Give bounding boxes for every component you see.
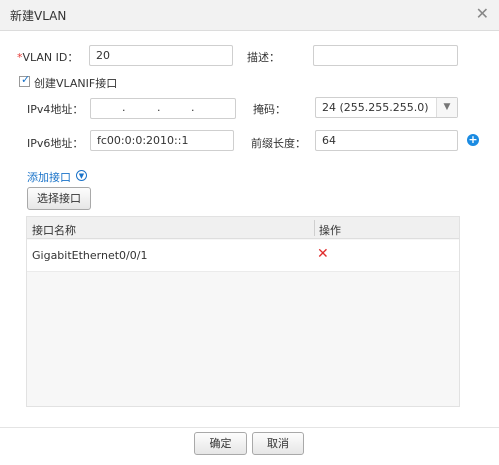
checkmark-icon: ✓ (21, 73, 31, 86)
ipv6-label: IPv6地址： (27, 137, 84, 150)
ok-button[interactable]: 确定 (194, 432, 247, 455)
vlan-id-label: *VLAN ID： (17, 49, 78, 65)
column-header-name: 接口名称 (32, 224, 76, 237)
description-input[interactable] (313, 45, 458, 66)
ipv4-dot: . (122, 101, 126, 114)
ipv4-input[interactable]: . . . (90, 98, 236, 119)
column-divider (314, 220, 315, 236)
ipv4-label: IPv4地址： (27, 103, 84, 116)
chevron-down-icon[interactable]: ▼ (436, 98, 457, 117)
close-icon[interactable]: ✕ (476, 6, 489, 22)
chevron-down-icon[interactable]: ▼ (76, 170, 87, 181)
table-row: GigabitEthernet0/0/1 ✕ (27, 240, 459, 272)
table-header: 接口名称 操作 (27, 217, 459, 239)
footer-divider (0, 427, 499, 428)
ipv4-dot: . (157, 101, 161, 114)
create-vlanif-label: 创建VLANIF接口 (34, 77, 118, 90)
add-ipv6-icon[interactable]: + (467, 134, 479, 146)
create-vlanif-checkbox[interactable]: ✓ (19, 73, 31, 87)
description-label: 描述： (247, 51, 280, 64)
prefix-input[interactable]: 64 (315, 130, 458, 151)
mask-label: 掩码： (253, 103, 286, 116)
add-port-link[interactable]: 添加接口 (27, 169, 71, 185)
port-name-cell: GigabitEthernet0/0/1 (32, 249, 148, 262)
prefix-label: 前缀长度： (251, 137, 306, 150)
dialog-titlebar (0, 0, 499, 31)
vlan-id-input[interactable]: 20 (89, 45, 233, 66)
vlan-id-label-text: VLAN ID： (22, 51, 79, 64)
dialog-title: 新建VLAN (10, 9, 67, 23)
delete-icon[interactable]: ✕ (317, 246, 329, 262)
cancel-button[interactable]: 取消 (252, 432, 304, 455)
ports-table: 接口名称 操作 GigabitEthernet0/0/1 ✕ (26, 216, 460, 407)
select-port-button[interactable]: 选择接口 (27, 187, 91, 210)
ipv6-input[interactable]: fc00:0:0:2010::1 (90, 130, 234, 151)
column-header-action: 操作 (319, 224, 341, 237)
ipv4-dot: . (191, 101, 195, 114)
mask-select[interactable]: 24 (255.255.255.0) ▼ (315, 97, 458, 118)
mask-value: 24 (255.255.255.0) (322, 101, 429, 114)
